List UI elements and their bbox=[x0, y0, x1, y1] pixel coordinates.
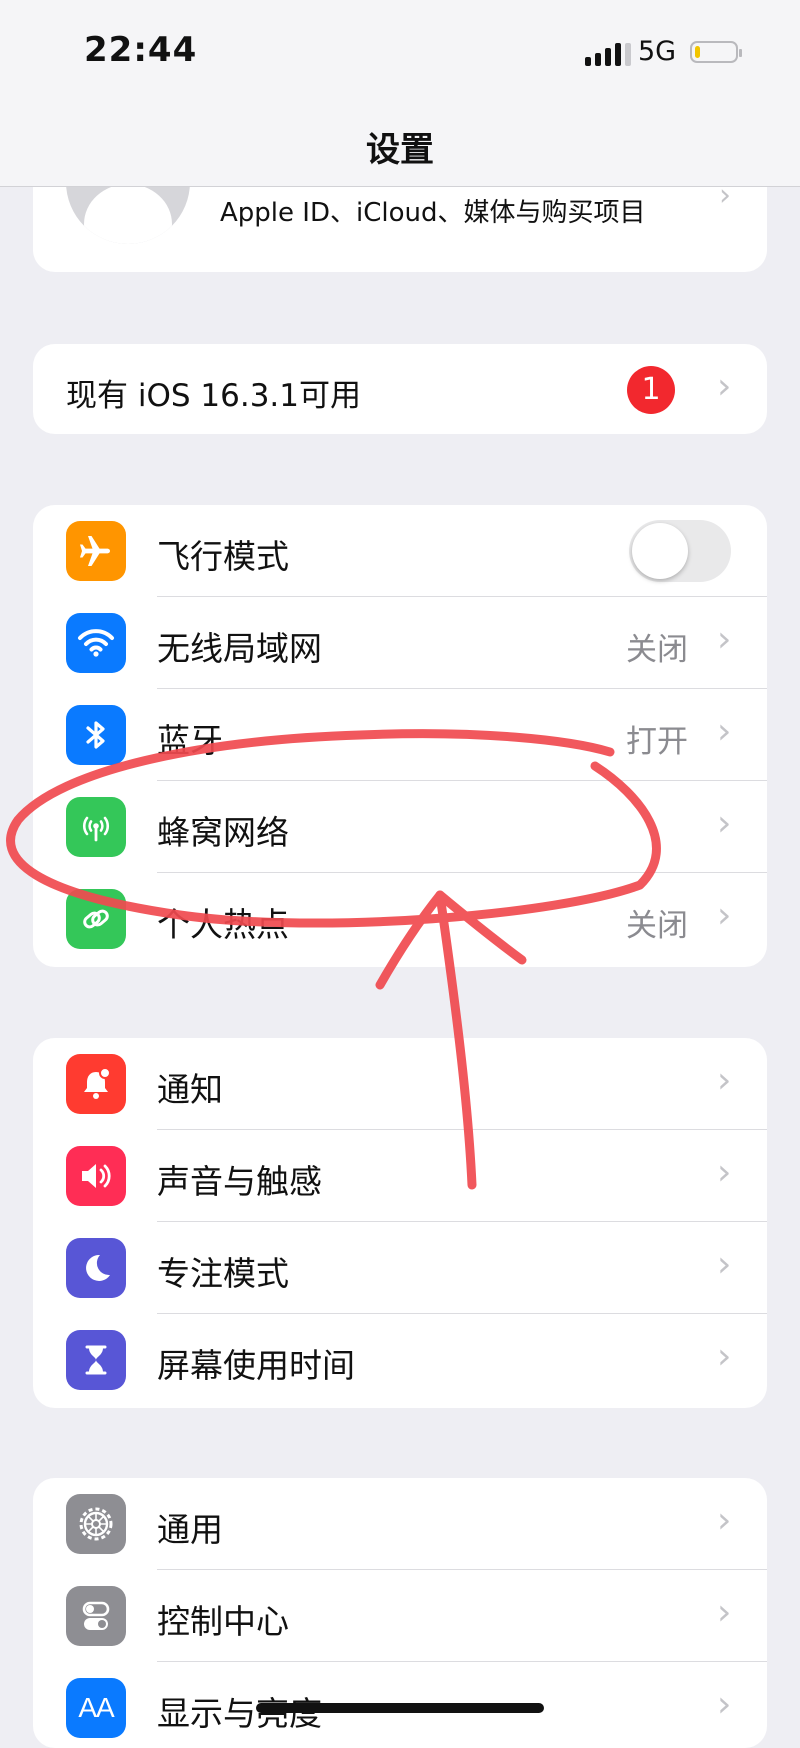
settings-row-label: 通用 bbox=[157, 1510, 223, 1549]
moon-icon bbox=[66, 1238, 126, 1298]
chevron-right-icon: › bbox=[717, 1500, 732, 1541]
navigation-bar: 设置 bbox=[0, 100, 800, 187]
settings-row-label: 通知 bbox=[157, 1070, 223, 1109]
settings-row-cellular[interactable]: 蜂窝网络 › bbox=[33, 781, 767, 873]
home-indicator[interactable] bbox=[256, 1703, 544, 1713]
chevron-right-icon: › bbox=[717, 1592, 732, 1633]
settings-row-general[interactable]: 通用 › bbox=[33, 1478, 767, 1570]
hourglass-icon bbox=[66, 1330, 126, 1390]
wifi-icon bbox=[66, 613, 126, 673]
chevron-right-icon: › bbox=[717, 1684, 732, 1725]
settings-row-notifications[interactable]: 通知 › bbox=[33, 1038, 767, 1130]
chevron-right-icon: › bbox=[717, 619, 732, 660]
chevron-right-icon: › bbox=[717, 1060, 732, 1101]
chevron-right-icon: › bbox=[717, 1152, 732, 1193]
connectivity-group: 飞行模式 无线局域网 关闭 › 蓝牙 打开 › 蜂窝网络 › 个人热点 关闭 › bbox=[33, 505, 767, 967]
settings-row-label: 专注模式 bbox=[157, 1254, 289, 1293]
settings-row-value: 打开 bbox=[626, 724, 688, 760]
software-update-label: 现有 iOS 16.3.1可用 bbox=[66, 378, 361, 414]
notification-bell-icon bbox=[66, 1054, 126, 1114]
settings-row-wifi[interactable]: 无线局域网 关闭 › bbox=[33, 597, 767, 689]
settings-row-bluetooth[interactable]: 蓝牙 打开 › bbox=[33, 689, 767, 781]
settings-row-label: 个人热点 bbox=[157, 905, 289, 944]
airplane-icon bbox=[66, 521, 126, 581]
chevron-right-icon: › bbox=[717, 366, 732, 407]
settings-row-label: 声音与触感 bbox=[157, 1162, 322, 1201]
cellular-signal-icon bbox=[585, 42, 631, 66]
notifications-group: 通知 › 声音与触感 › 专注模式 › 屏幕使用时间 › bbox=[33, 1038, 767, 1408]
toggle-switches-icon bbox=[66, 1586, 126, 1646]
software-update-row[interactable]: 现有 iOS 16.3.1可用 1 › bbox=[33, 344, 767, 434]
battery-level bbox=[695, 46, 700, 58]
airplane-mode-toggle[interactable] bbox=[629, 520, 731, 582]
gear-icon bbox=[66, 1494, 126, 1554]
settings-row-label: 飞行模式 bbox=[157, 537, 289, 576]
cellular-antenna-icon bbox=[66, 797, 126, 857]
settings-row-label: 蓝牙 bbox=[157, 721, 223, 760]
settings-row-label: 控制中心 bbox=[157, 1602, 289, 1641]
settings-row-label: 屏幕使用时间 bbox=[157, 1346, 355, 1385]
status-time: 22:44 bbox=[84, 30, 198, 70]
chevron-right-icon: › bbox=[717, 895, 732, 936]
apple-id-subtitle: Apple ID、iCloud、媒体与购买项目 bbox=[220, 198, 646, 228]
chevron-right-icon: › bbox=[717, 711, 732, 752]
settings-row-airplane-mode[interactable]: 飞行模式 bbox=[33, 505, 767, 597]
chevron-right-icon: › bbox=[717, 803, 732, 844]
settings-row-sounds[interactable]: 声音与触感 › bbox=[33, 1130, 767, 1222]
chevron-right-icon: › bbox=[717, 1336, 732, 1377]
network-type: 5G bbox=[638, 36, 677, 67]
aa-text-icon: AA bbox=[66, 1678, 126, 1738]
settings-row-screen-time[interactable]: 屏幕使用时间 › bbox=[33, 1314, 767, 1406]
page-title: 设置 bbox=[366, 130, 434, 170]
settings-row-value: 关闭 bbox=[626, 908, 688, 944]
status-bar: 22:44 5G bbox=[0, 0, 800, 100]
settings-row-hotspot[interactable]: 个人热点 关闭 › bbox=[33, 873, 767, 965]
settings-row-control-center[interactable]: 控制中心 › bbox=[33, 1570, 767, 1662]
chevron-right-icon: › bbox=[717, 1244, 732, 1285]
settings-row-value: 关闭 bbox=[626, 632, 688, 668]
battery-icon bbox=[690, 41, 742, 63]
bluetooth-icon bbox=[66, 705, 126, 765]
settings-row-focus[interactable]: 专注模式 › bbox=[33, 1222, 767, 1314]
hotspot-icon bbox=[66, 889, 126, 949]
settings-row-label: 无线局域网 bbox=[157, 629, 322, 668]
settings-row-label: 蜂窝网络 bbox=[157, 813, 289, 852]
update-badge: 1 bbox=[627, 366, 675, 414]
speaker-icon bbox=[66, 1146, 126, 1206]
